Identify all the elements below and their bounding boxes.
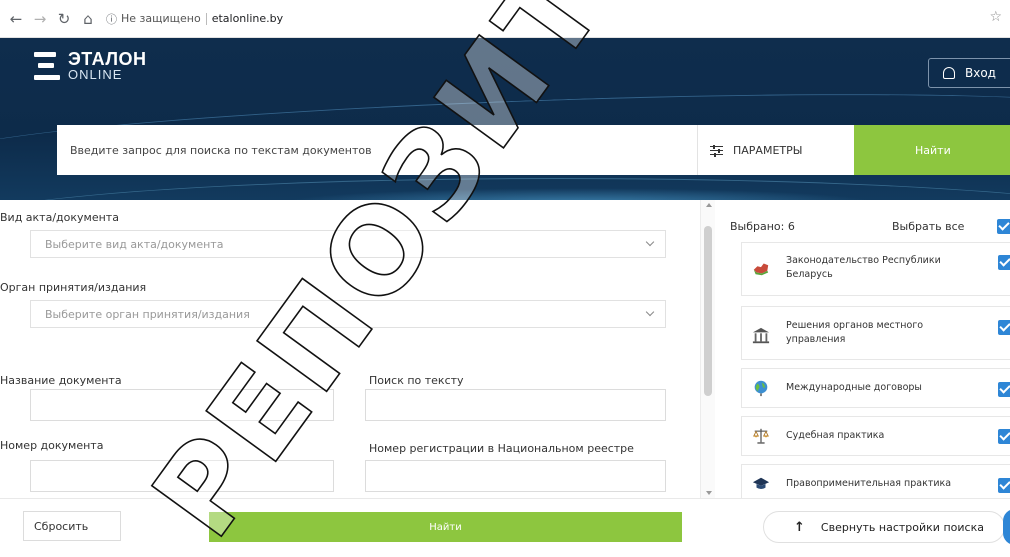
address-bar[interactable]: ⓘ Не защищено etalonline.by (106, 7, 283, 31)
info-icon[interactable]: ⓘ (106, 11, 117, 27)
user-icon (943, 67, 955, 79)
text-search-input[interactable] (365, 389, 666, 421)
help-widget-button[interactable] (1003, 509, 1010, 545)
doc-number-label: Номер документа (0, 439, 104, 452)
form-actions-bar: Сбросить Найти ↑ Свернуть настройки поис… (0, 498, 1010, 557)
site-header: ЭТАЛОН ONLINE Вход Введите запрос для по… (0, 38, 1010, 200)
login-label: Вход (965, 66, 996, 80)
doc-type-placeholder: Выберите вид акта/документа (45, 237, 224, 251)
url-text: etalonline.by (211, 12, 284, 25)
text-search-label: Поиск по тексту (369, 374, 464, 387)
search-parameters-form: Вид акта/документа Выберите вид акта/док… (0, 200, 700, 500)
belarus-map-icon (753, 263, 769, 276)
back-icon[interactable]: ← (4, 7, 28, 31)
source-label: Решения органов местного управления (786, 320, 924, 345)
scroll-up-icon[interactable] (706, 203, 712, 207)
registry-number-label: Номер регистрации в Национальном реестре (369, 442, 634, 455)
source-label: Судебная практика (786, 430, 885, 441)
selected-count: Выбрано: 6 (730, 220, 795, 233)
doc-name-label: Название документа (0, 374, 122, 387)
source-checkbox[interactable] (998, 429, 1010, 444)
scrollbar-thumb[interactable] (704, 226, 712, 396)
parameters-button[interactable]: ПАРАМЕТРЫ (697, 125, 854, 175)
source-checkbox[interactable] (998, 255, 1010, 270)
source-checkbox[interactable] (998, 382, 1010, 397)
globe-icon (754, 380, 768, 397)
graduation-cap-icon (752, 477, 770, 489)
sources-panel: Выбрано: 6 Выбрать все Законодательство … (730, 200, 1010, 504)
select-all-label[interactable]: Выбрать все (892, 220, 964, 233)
chevron-down-icon (645, 237, 655, 247)
doc-type-select[interactable]: Выберите вид акта/документа (30, 230, 666, 258)
search-bar: Введите запрос для поиска по текстам док… (57, 125, 1010, 175)
arrow-up-icon: ↑ (794, 519, 805, 535)
home-icon[interactable]: ⌂ (76, 7, 100, 31)
scroll-down-icon[interactable] (706, 491, 712, 495)
government-building-icon (752, 327, 770, 344)
reload-icon[interactable]: ↻ (52, 7, 76, 31)
source-item-local-government[interactable]: Решения органов местного управления (741, 306, 1010, 360)
bookmark-star-icon[interactable]: ☆ (989, 9, 1002, 25)
source-item-belarus-legislation[interactable]: Законодательство Республики Беларусь (741, 242, 1010, 296)
select-all-checkbox[interactable] (997, 219, 1010, 234)
form-scrollbar[interactable] (700, 200, 715, 498)
browser-toolbar: ← → ↻ ⌂ ⓘ Не защищено etalonline.by ☆ (0, 0, 1010, 38)
site-logo[interactable]: ЭТАЛОН ONLINE (34, 50, 147, 81)
chevron-down-icon (645, 307, 655, 317)
authority-placeholder: Выберите орган принятия/издания (45, 307, 250, 321)
header-glow-decoration (280, 188, 880, 200)
logo-subtitle: ONLINE (68, 67, 123, 82)
reset-button[interactable]: Сбросить (23, 511, 121, 541)
source-checkbox[interactable] (998, 478, 1010, 493)
authority-label: Орган принятия/издания (0, 281, 147, 294)
parameters-label: ПАРАМЕТРЫ (733, 143, 803, 157)
source-label: Международные договоры (786, 382, 922, 393)
scales-icon (753, 428, 769, 444)
collapse-settings-button[interactable]: ↑ Свернуть настройки поиска (763, 511, 1005, 543)
logo-icon (34, 51, 60, 80)
search-submit-button[interactable]: Найти (854, 125, 1010, 175)
source-label: Правоприменительная практика (786, 478, 952, 489)
security-label: Не защищено (121, 12, 201, 25)
divider (205, 12, 207, 25)
search-input[interactable]: Введите запрос для поиска по текстам док… (57, 125, 697, 175)
doc-name-input[interactable] (30, 389, 334, 421)
source-checkbox[interactable] (998, 320, 1010, 335)
doc-type-label: Вид акта/документа (0, 211, 119, 224)
source-item-international-treaties[interactable]: Международные договоры (741, 368, 1010, 408)
collapse-label: Свернуть настройки поиска (820, 520, 984, 534)
sliders-icon (710, 144, 723, 157)
login-button[interactable]: Вход (928, 58, 1010, 88)
source-item-court-practice[interactable]: Судебная практика (741, 416, 1010, 456)
authority-select[interactable]: Выберите орган принятия/издания (30, 300, 666, 328)
logo-title: ЭТАЛОН (68, 49, 147, 69)
doc-number-input[interactable] (30, 460, 334, 492)
find-button[interactable]: Найти (209, 512, 682, 542)
forward-icon[interactable]: → (28, 7, 52, 31)
registry-number-input[interactable] (365, 460, 666, 492)
source-label: Законодательство Республики Беларусь (786, 255, 941, 280)
